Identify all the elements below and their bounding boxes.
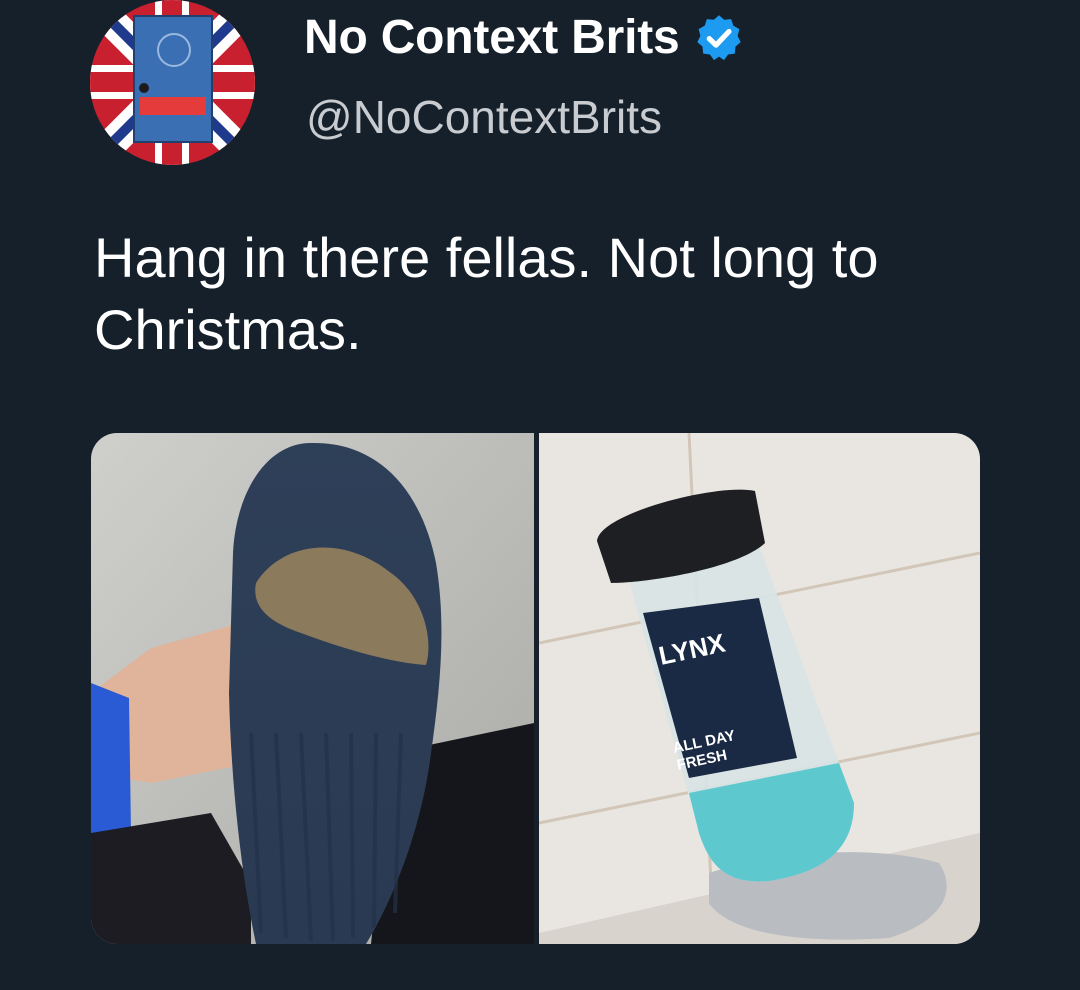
author-name-row: No Context Brits (304, 10, 745, 65)
verified-badge-icon (697, 14, 742, 60)
shower-gel-bottle-photo-icon: LYNX ALL DAY FRESH (539, 433, 980, 944)
union-jack-book-avatar-icon (90, 0, 255, 165)
worn-sock-photo-icon (91, 433, 534, 944)
tweet-text: Hang in there fellas. Not long to Christ… (94, 226, 879, 361)
media-image-right[interactable]: LYNX ALL DAY FRESH (539, 433, 980, 944)
author-handle[interactable]: @NoContextBrits (306, 90, 662, 144)
tweet-media-grid: LYNX ALL DAY FRESH (91, 433, 980, 944)
author-display-name[interactable]: No Context Brits (304, 10, 680, 65)
media-image-left[interactable] (91, 433, 534, 944)
avatar[interactable] (90, 0, 255, 165)
